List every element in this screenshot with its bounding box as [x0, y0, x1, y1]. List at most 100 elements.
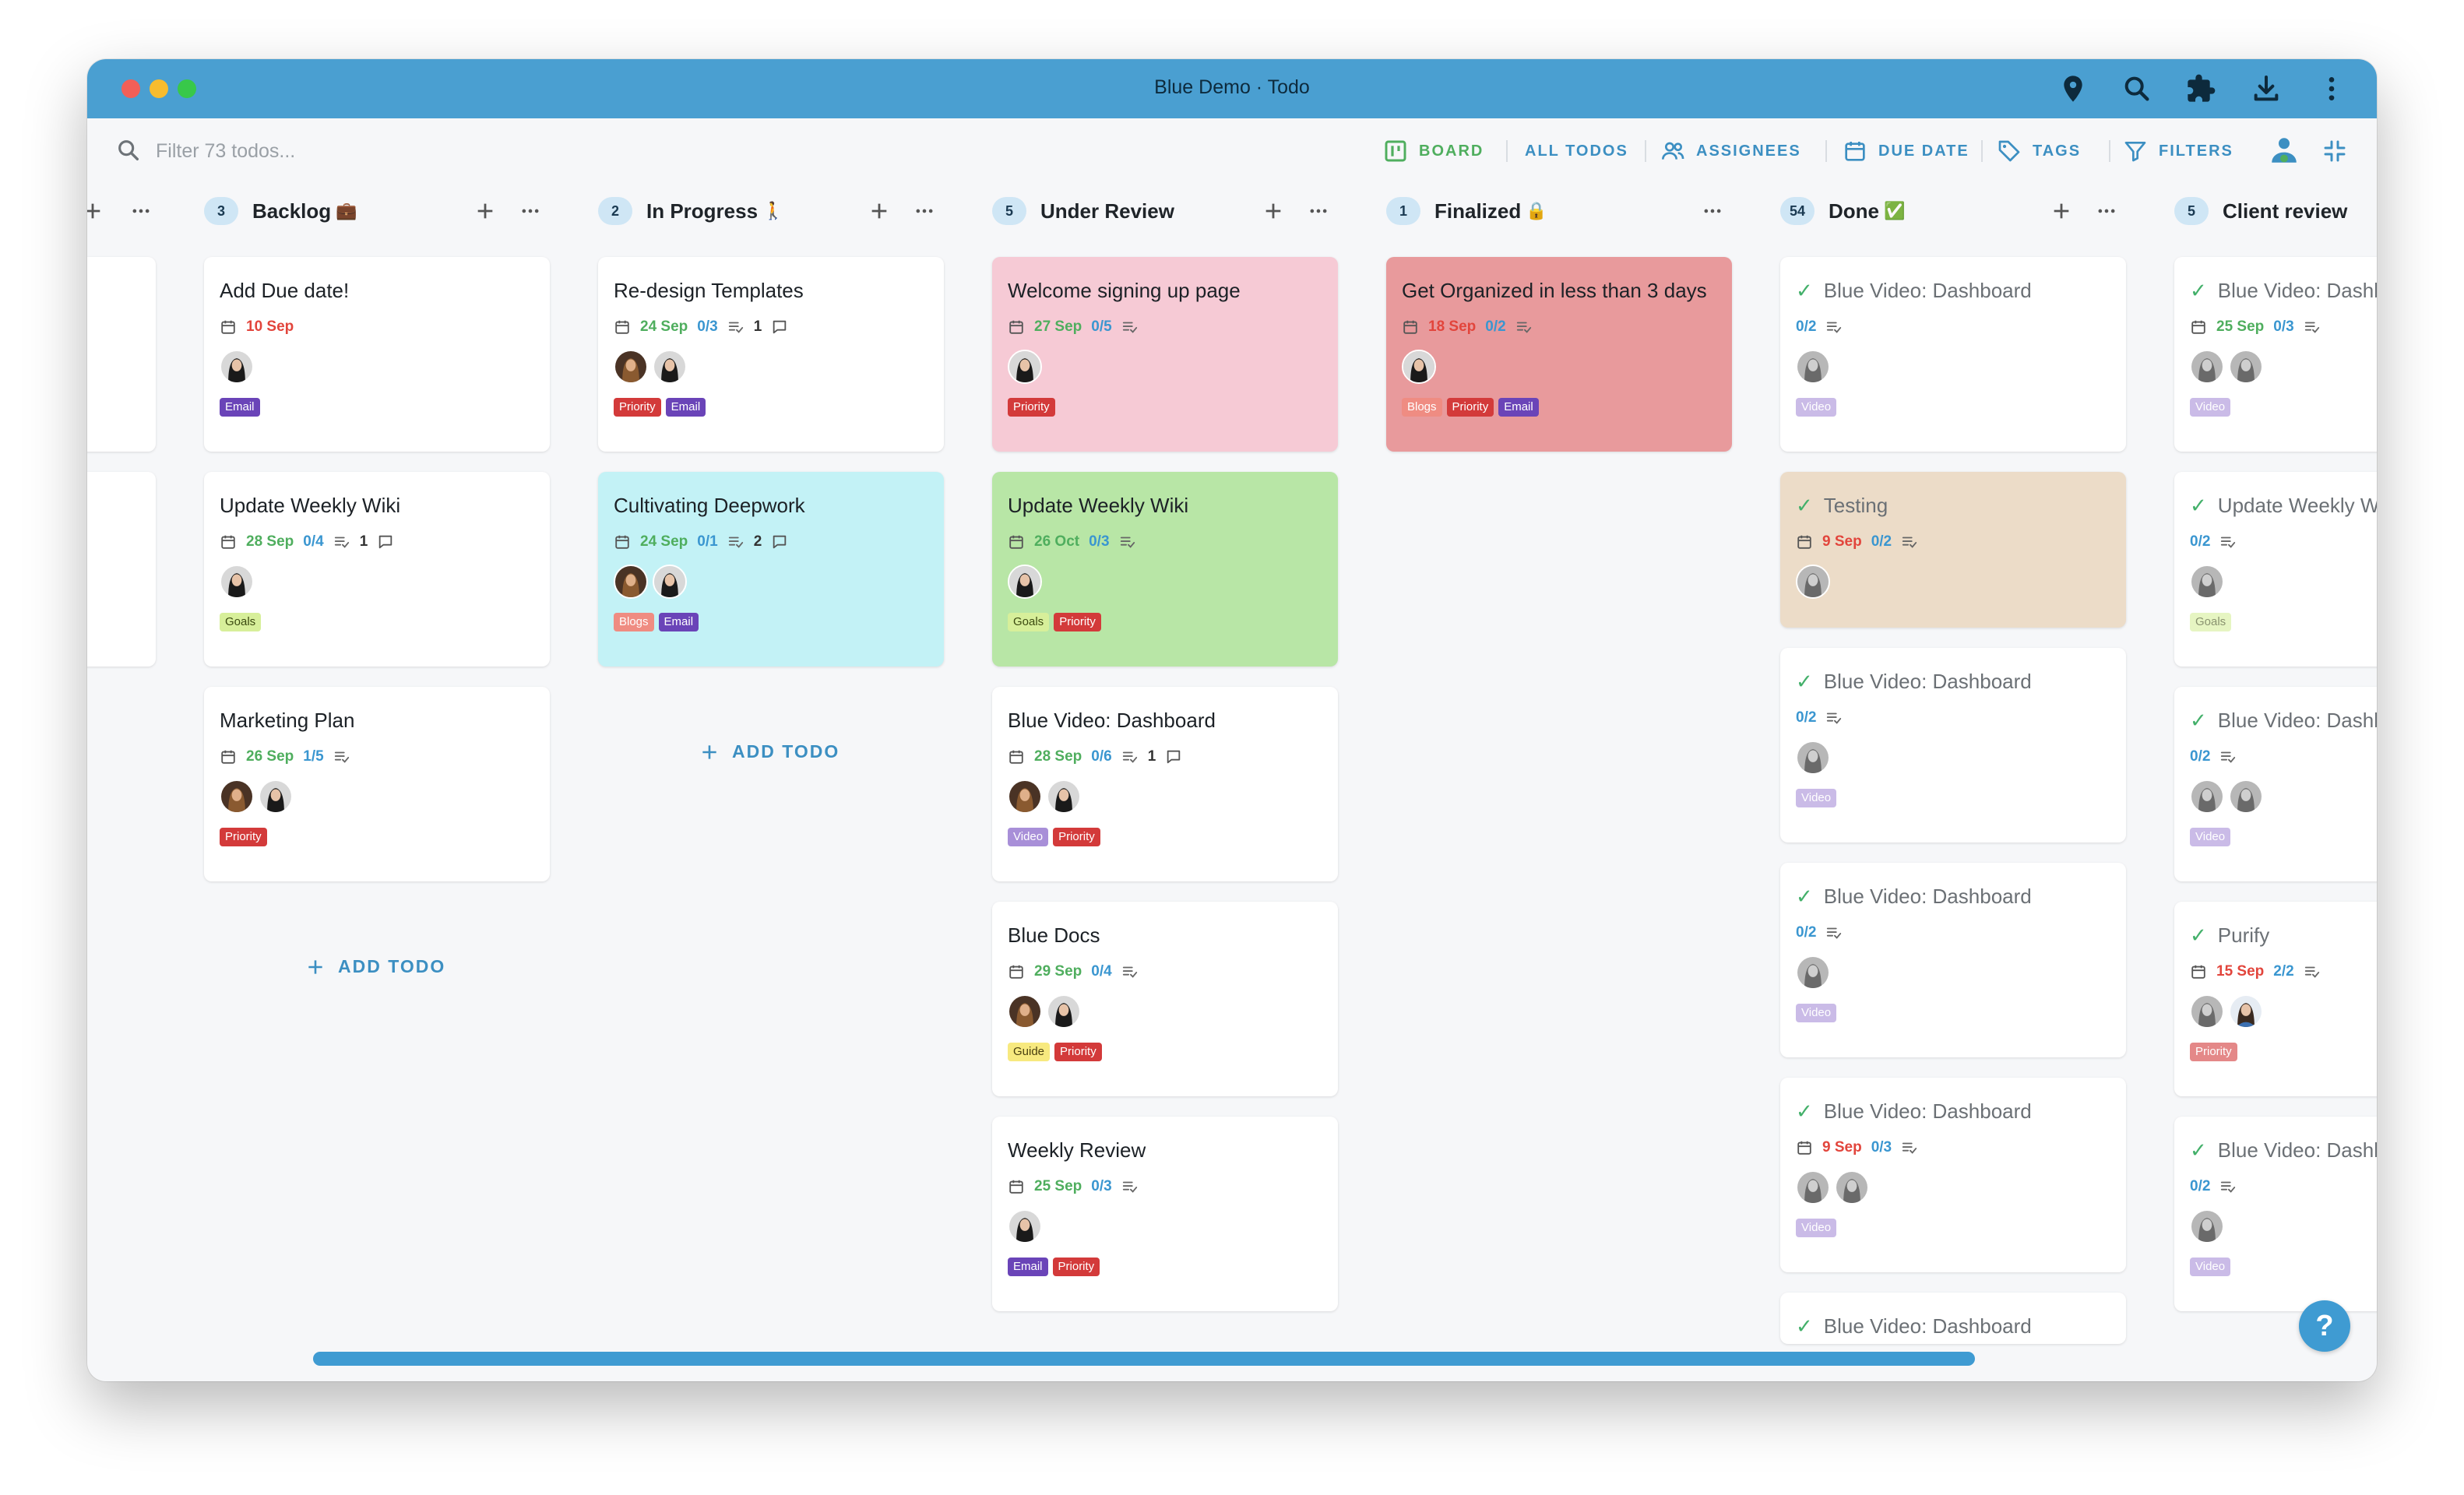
- todo-card[interactable]: Blue Video: Dashboard 28 Sep 0/6 1 Video Prio…: [992, 687, 1338, 881]
- column-menu-icon[interactable]: [911, 198, 938, 224]
- more-vertical-icon[interactable]: [2316, 73, 2347, 104]
- todo-card[interactable]: Cultivating Deepwork 24 Sep 0/1 2 Blogs Email: [598, 472, 944, 667]
- tag-badge[interactable]: Priority: [1054, 613, 1101, 631]
- tag-badge[interactable]: Video: [1796, 1004, 1837, 1022]
- column-menu-icon[interactable]: [2093, 198, 2120, 224]
- tag-badge[interactable]: Email: [1008, 1258, 1048, 1276]
- tag-badge[interactable]: Video: [1796, 1219, 1837, 1237]
- avatar[interactable]: [1008, 779, 1042, 814]
- partial-card[interactable]: [87, 257, 156, 452]
- search-icon[interactable]: [2121, 73, 2152, 104]
- avatar[interactable]: [2190, 1209, 2224, 1243]
- tag-badge[interactable]: Video: [1008, 828, 1049, 846]
- location-pin-icon[interactable]: [2057, 73, 2089, 104]
- todo-card[interactable]: ✓ Blue Video: Dashb 0/2 Video: [2174, 687, 2377, 881]
- add-card-plus-icon[interactable]: [472, 198, 498, 224]
- todo-card[interactable]: ✓ Blue Video: Dashboard: [1780, 1293, 2126, 1344]
- board-view-button[interactable]: BOARD: [1383, 137, 1484, 165]
- todo-card[interactable]: ✓ Blue Video: Dashboard 0/2 Video: [1780, 863, 2126, 1057]
- avatar[interactable]: [1008, 350, 1042, 384]
- avatar[interactable]: [1835, 1170, 1869, 1205]
- todo-card[interactable]: Blue Docs 29 Sep 0/4 Guide Priority: [992, 902, 1338, 1096]
- avatar[interactable]: [1008, 1209, 1042, 1243]
- avatar[interactable]: [2229, 994, 2263, 1029]
- tag-badge[interactable]: Video: [2190, 1258, 2231, 1276]
- tag-badge[interactable]: Priority: [2190, 1043, 2237, 1061]
- avatar[interactable]: [2229, 779, 2263, 814]
- add-card-plus-icon[interactable]: [866, 198, 892, 224]
- filter-todos-input[interactable]: [156, 134, 545, 168]
- tag-badge[interactable]: Blogs: [614, 613, 654, 631]
- tag-badge[interactable]: Priority: [614, 398, 661, 417]
- tag-badge[interactable]: Guide: [1008, 1043, 1051, 1061]
- avatar[interactable]: [1796, 1170, 1830, 1205]
- avatar[interactable]: [1402, 350, 1436, 384]
- horizontal-scrollbar[interactable]: [313, 1352, 1975, 1366]
- tag-badge[interactable]: Goals: [2190, 613, 2232, 631]
- avatar[interactable]: [2190, 350, 2224, 384]
- column-menu-icon[interactable]: [128, 198, 154, 224]
- tag-badge[interactable]: Email: [220, 398, 260, 417]
- add-todo-button[interactable]: ADD TODO: [699, 741, 840, 762]
- todo-card[interactable]: ✓ Testing 9 Sep 0/2: [1780, 472, 2126, 628]
- tag-badge[interactable]: Email: [1498, 398, 1539, 417]
- tag-badge[interactable]: Video: [1796, 789, 1837, 807]
- todo-card[interactable]: Add Due date! 10 Sep Email: [204, 257, 550, 452]
- todo-card[interactable]: Update Weekly Wiki 28 Sep 0/4 1 Goals: [204, 472, 550, 667]
- add-card-plus-icon[interactable]: [1260, 198, 1287, 224]
- avatar[interactable]: [1008, 994, 1042, 1029]
- todo-card[interactable]: ✓ Blue Video: Dashb 0/2 Video: [2174, 1117, 2377, 1311]
- avatar[interactable]: [2190, 779, 2224, 814]
- avatar[interactable]: [220, 350, 254, 384]
- partial-card[interactable]: [87, 472, 156, 667]
- avatar[interactable]: [653, 565, 687, 599]
- add-card-plus-icon[interactable]: [87, 198, 106, 224]
- todo-card[interactable]: ✓ Purify 15 Sep 2/2 Priority: [2174, 902, 2377, 1096]
- tag-badge[interactable]: Priority: [1008, 398, 1055, 417]
- avatar[interactable]: [259, 779, 293, 814]
- extensions-puzzle-icon[interactable]: [2185, 73, 2216, 104]
- avatar[interactable]: [220, 565, 254, 599]
- avatar[interactable]: [614, 350, 648, 384]
- avatar[interactable]: [1008, 565, 1042, 599]
- avatar[interactable]: [1796, 565, 1830, 599]
- todo-card[interactable]: Welcome signing up page 27 Sep 0/5 Priority: [992, 257, 1338, 452]
- tag-badge[interactable]: Goals: [1008, 613, 1050, 631]
- add-todo-button[interactable]: ADD TODO: [305, 956, 445, 977]
- tag-badge[interactable]: Priority: [1052, 1258, 1100, 1276]
- avatar[interactable]: [2190, 994, 2224, 1029]
- avatar[interactable]: [1796, 740, 1830, 775]
- avatar[interactable]: [614, 565, 648, 599]
- todo-card[interactable]: ✓ Update Weekly W 0/2 Goals: [2174, 472, 2377, 667]
- todo-card[interactable]: Update Weekly Wiki 26 Oct 0/3 Goals Priority: [992, 472, 1338, 667]
- avatar[interactable]: [1047, 994, 1081, 1029]
- avatar[interactable]: [653, 350, 687, 384]
- todo-card[interactable]: Marketing Plan 26 Sep 1/5 Priority: [204, 687, 550, 881]
- column-menu-icon[interactable]: [1699, 198, 1726, 224]
- tag-badge[interactable]: Goals: [220, 613, 262, 631]
- filters-button[interactable]: FILTERS: [2123, 137, 2233, 165]
- tag-badge[interactable]: Priority: [1053, 828, 1100, 846]
- todo-card[interactable]: ✓ Blue Video: Dashboard 0/2 Video: [1780, 648, 2126, 842]
- tag-badge[interactable]: Video: [1796, 398, 1837, 417]
- tag-badge[interactable]: Blogs: [1402, 398, 1442, 417]
- column-menu-icon[interactable]: [517, 198, 544, 224]
- avatar[interactable]: [1796, 955, 1830, 990]
- avatar[interactable]: [2229, 350, 2263, 384]
- tag-badge[interactable]: Email: [665, 398, 706, 417]
- tag-badge[interactable]: Video: [2190, 398, 2231, 417]
- todo-card[interactable]: ✓ Blue Video: Dashb 25 Sep 0/3 Video: [2174, 257, 2377, 452]
- add-card-plus-icon[interactable]: [2048, 198, 2075, 224]
- download-icon[interactable]: [2251, 73, 2282, 104]
- help-button[interactable]: ?: [2299, 1300, 2350, 1352]
- todo-card[interactable]: ✓ Blue Video: Dashboard 0/2 Video: [1780, 257, 2126, 452]
- due-date-button[interactable]: DUE DATE: [1843, 137, 1969, 165]
- avatar[interactable]: [1796, 350, 1830, 384]
- todo-card[interactable]: Weekly Review 25 Sep 0/3 Email Priority: [992, 1117, 1338, 1311]
- assignees-button[interactable]: ASSIGNEES: [1660, 137, 1801, 165]
- tag-badge[interactable]: Video: [2190, 828, 2231, 846]
- all-todos-button[interactable]: ALL TODOS: [1525, 137, 1628, 165]
- tag-badge[interactable]: Priority: [1446, 398, 1494, 417]
- avatar[interactable]: [2190, 565, 2224, 599]
- tag-badge[interactable]: Priority: [1054, 1043, 1102, 1061]
